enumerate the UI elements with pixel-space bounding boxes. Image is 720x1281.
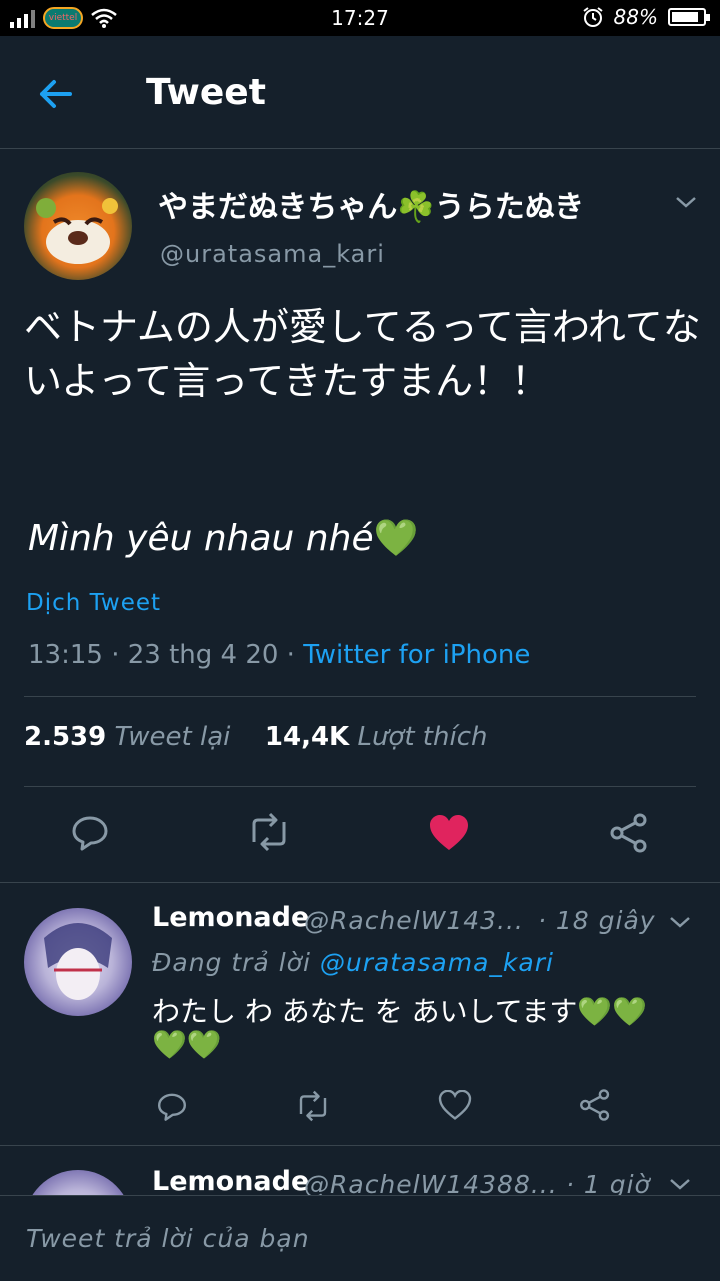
like-icon[interactable] <box>428 814 470 852</box>
share-icon[interactable] <box>578 1088 612 1122</box>
back-arrow-icon[interactable] <box>34 72 78 116</box>
tweet-author-handle[interactable]: @uratasama_kari <box>160 240 385 268</box>
like-label[interactable]: Lượt thích <box>357 722 487 752</box>
chevron-down-icon[interactable] <box>668 1174 692 1194</box>
avatar[interactable] <box>24 172 132 280</box>
status-right: 88% <box>582 5 710 29</box>
tweet-author-name[interactable]: やまだぬきちゃん☘️うらたぬき <box>158 182 584 226</box>
avatar-art <box>44 923 112 1000</box>
tweet-text: ベトナムの人が愛してるって言われてないよって言ってきたすまん！！ <box>24 305 701 403</box>
top-bar: Tweet <box>0 36 720 149</box>
page-title: Tweet <box>146 72 266 113</box>
reply-text-line1: わたし わ あなた を あいしてます💚💚 <box>152 995 648 1028</box>
replying-to: Đang trả lời @uratasama_kari <box>152 948 554 977</box>
divider <box>0 882 720 883</box>
reply-text-line2: 💚💚 <box>152 1028 222 1061</box>
replying-prefix: Đang trả lời <box>152 948 320 977</box>
retweet-count[interactable]: 2.539 <box>24 722 106 752</box>
battery-icon <box>668 8 710 26</box>
tweet-meta: 13:15 · 23 thg 4 20 · Twitter for iPhone <box>28 640 530 670</box>
retweet-icon[interactable] <box>246 812 292 852</box>
avatar[interactable] <box>24 908 132 1016</box>
reply-time: · 18 giây <box>538 906 656 935</box>
tweet-timestamp: 13:15 · 23 thg 4 20 · <box>28 640 304 670</box>
reply-icon[interactable] <box>70 812 110 852</box>
tweet-source-link[interactable]: Twitter for iPhone <box>303 640 530 670</box>
divider <box>0 1145 720 1146</box>
like-icon[interactable] <box>438 1090 472 1120</box>
divider <box>24 786 696 787</box>
reply-compose-bar[interactable]: Tweet trả lời của bạn <box>0 1195 720 1281</box>
retweet-label[interactable]: Tweet lại <box>115 722 231 752</box>
divider <box>24 696 696 697</box>
reply-author-name[interactable]: Lemonade <box>152 902 309 933</box>
like-count[interactable]: 14,4K <box>265 722 349 752</box>
reply-input-placeholder[interactable]: Tweet trả lời của bạn <box>26 1224 310 1253</box>
retweet-icon[interactable] <box>294 1090 332 1122</box>
tweet-text-vn: Mình yêu nhau nhé <box>28 518 374 559</box>
status-bar: viettel 17:27 88% <box>0 0 720 36</box>
avatar-art <box>36 198 118 264</box>
replying-to-link[interactable]: @uratasama_kari <box>320 948 554 977</box>
tweet-text-vietnamese: Mình yêu nhau nhé💚 <box>28 512 418 566</box>
chevron-down-icon[interactable] <box>668 912 692 932</box>
reply-author-name[interactable]: Lemonade <box>152 1166 309 1197</box>
green-heart-emoji: 💚 <box>373 518 419 559</box>
reply-author-handle[interactable]: @RachelW143... <box>304 906 524 935</box>
share-icon[interactable] <box>608 812 650 854</box>
translate-link[interactable]: Dịch Tweet <box>26 590 161 616</box>
battery-percent: 88% <box>613 5 658 29</box>
reply-icon[interactable] <box>156 1090 188 1122</box>
engagement-stats: 2.539 Tweet lại 14,4K Lượt thích <box>24 722 487 752</box>
chevron-down-icon[interactable] <box>674 192 698 212</box>
alarm-icon <box>582 7 603 27</box>
